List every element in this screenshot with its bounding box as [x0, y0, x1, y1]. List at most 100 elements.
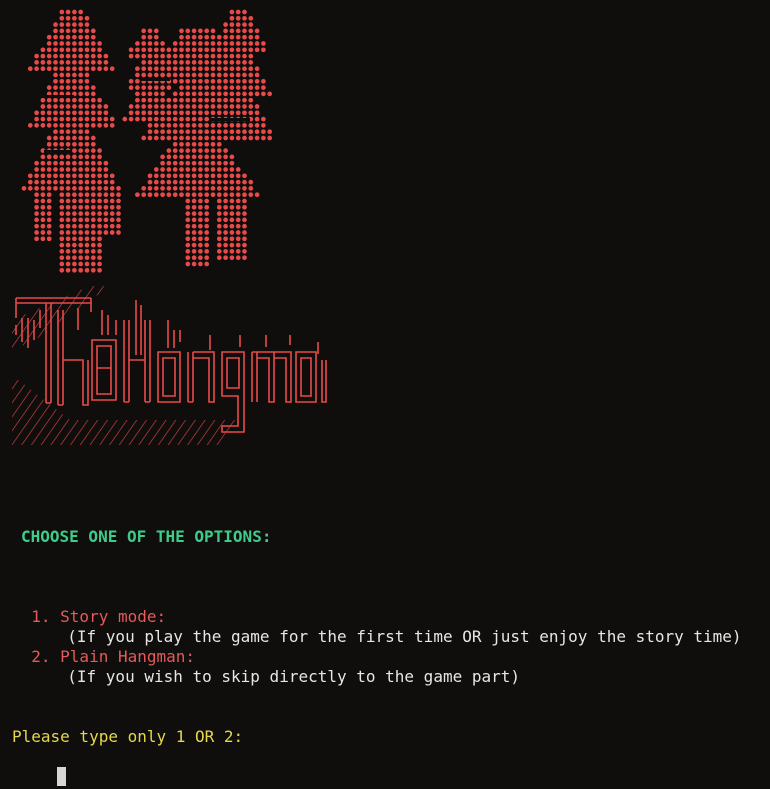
tree-dot — [65, 47, 71, 53]
tree-dot — [172, 116, 178, 122]
tree-dot — [84, 192, 90, 198]
tree-dot — [59, 167, 65, 172]
tree-dot — [59, 236, 65, 242]
tree-dot — [34, 211, 39, 216]
tree-dot — [204, 91, 210, 97]
tree-dot — [84, 154, 90, 160]
tree-dot — [254, 116, 260, 122]
tree-dot — [84, 41, 90, 46]
tree-dot — [72, 230, 77, 235]
tree-dot — [235, 97, 241, 103]
tree-dot — [216, 141, 222, 147]
tree-dot — [59, 72, 65, 78]
terminal-input[interactable] — [12, 762, 752, 788]
tree-dot — [185, 85, 191, 90]
tree-dot — [191, 198, 197, 204]
tree-dot — [204, 123, 210, 128]
tree-dot — [185, 123, 191, 128]
tree-dot — [248, 97, 254, 103]
tree-dot — [223, 192, 228, 198]
tree-dot — [235, 28, 241, 34]
tree-dot — [179, 85, 184, 90]
tree-dot — [34, 116, 39, 122]
tree-dot — [223, 34, 228, 40]
tree-dot — [90, 53, 96, 59]
tree-dot — [216, 154, 222, 160]
tree-dot — [72, 129, 77, 135]
tree-dot — [78, 261, 84, 267]
tree-dot — [235, 41, 241, 46]
tree-dot — [242, 47, 247, 53]
tree-dot — [223, 173, 228, 179]
tree-dot — [248, 186, 254, 191]
tree-dot — [78, 242, 84, 248]
tree-dot — [210, 167, 216, 172]
tree-dot — [216, 160, 222, 166]
tree-dot — [72, 22, 77, 27]
tree-dot — [191, 255, 197, 261]
tree-dot — [84, 135, 90, 141]
tree-dot — [191, 123, 197, 128]
tree-dot — [191, 60, 197, 65]
tree-dot — [185, 104, 191, 109]
tree-dot — [72, 34, 77, 40]
tree-dot — [65, 186, 71, 191]
tree-dot — [59, 34, 65, 40]
tree-dot — [40, 179, 46, 185]
tree-dot — [27, 186, 33, 191]
tree-dot — [40, 116, 46, 122]
tree-dot — [65, 66, 71, 72]
tree-dot — [235, 22, 241, 27]
tree-dot — [103, 179, 109, 185]
tree-dot — [160, 66, 165, 72]
tree-dot — [242, 110, 247, 116]
input-prompt: Please type only 1 OR 2: — [12, 727, 244, 746]
tree-dot — [116, 230, 121, 235]
tree-dot — [179, 173, 184, 179]
tree-dot — [46, 186, 52, 191]
tree-dot — [40, 154, 46, 160]
tree-dot — [103, 173, 109, 179]
tree-dot — [172, 60, 178, 65]
tree-dot — [84, 255, 90, 261]
tree-dot — [191, 249, 197, 254]
tree-dot — [185, 116, 191, 122]
tree-dot — [204, 60, 210, 65]
tree-dot — [254, 47, 260, 53]
tree-dot — [179, 34, 184, 40]
tree-dot — [248, 60, 254, 65]
tree-dot — [59, 249, 65, 254]
tree-dot — [229, 97, 235, 103]
tree-dot — [166, 47, 172, 53]
tree-dot — [65, 179, 71, 185]
tree-dot — [147, 53, 153, 59]
tree-dot — [242, 223, 247, 229]
tree-dot — [204, 129, 210, 135]
tree-dot — [135, 91, 140, 97]
tree-dot — [204, 28, 210, 34]
tree-dot — [204, 255, 210, 261]
tree-dot — [210, 78, 216, 84]
tree-dot — [198, 173, 203, 179]
tree-dot — [229, 167, 235, 172]
tree-dot — [72, 167, 77, 172]
tree-dot — [204, 97, 210, 103]
tree-dot — [198, 135, 203, 141]
tree-dot — [242, 60, 247, 65]
tree-dot — [147, 34, 153, 40]
tree-dot — [204, 72, 210, 78]
tree-dot — [46, 60, 52, 65]
tree-dot — [242, 66, 247, 72]
tree-dot — [90, 66, 96, 72]
tree-dot — [59, 85, 65, 90]
tree-dot — [141, 28, 147, 34]
tree-dot — [128, 53, 134, 59]
tree-dot — [204, 41, 210, 46]
tree-dot — [84, 141, 90, 147]
tree-dot — [198, 186, 203, 191]
tree-dot — [147, 173, 153, 179]
tree-dot — [248, 123, 254, 128]
tree-dot — [141, 135, 147, 141]
tree-dot — [78, 9, 84, 15]
tree-dot — [229, 198, 235, 204]
